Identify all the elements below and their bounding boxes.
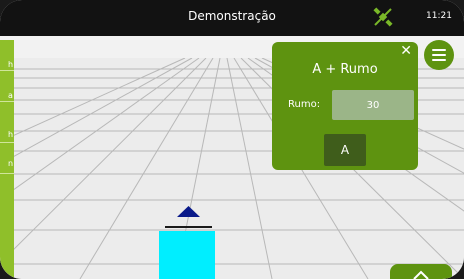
page-title: Demonstração xyxy=(188,9,276,23)
heading-label: Rumo: xyxy=(288,99,321,110)
side-panel-item-label: n xyxy=(8,159,14,168)
side-panel-item-label: h xyxy=(8,130,14,139)
dialog-title: A + Rumo xyxy=(312,62,378,77)
side-panel-item[interactable]: h xyxy=(0,102,14,143)
app-screen: h a h n ✕ A + Rumo Rumo: A xyxy=(0,0,464,279)
heading-input[interactable] xyxy=(332,90,414,120)
side-panel-item[interactable]: h xyxy=(0,40,14,71)
expand-panel-button[interactable] xyxy=(390,264,452,279)
close-icon[interactable]: ✕ xyxy=(400,43,412,59)
a-plus-heading-dialog: ✕ A + Rumo Rumo: A xyxy=(272,42,418,170)
menu-icon xyxy=(432,54,446,56)
satellite-off-icon[interactable] xyxy=(372,6,394,28)
status-bar: Demonstração 11:21 xyxy=(0,0,464,36)
side-panel-item[interactable]: a xyxy=(0,71,14,102)
side-panel-item[interactable]: n xyxy=(0,143,14,174)
direction-marker-icon xyxy=(177,206,200,217)
menu-button[interactable] xyxy=(424,40,454,70)
device-frame: h a h n ✕ A + Rumo Rumo: A xyxy=(0,0,464,279)
menu-icon xyxy=(432,49,446,51)
side-panel: h a h n xyxy=(0,40,14,279)
status-time: 11:21 xyxy=(426,11,452,21)
side-panel-item-label: h xyxy=(8,60,14,69)
set-point-a-button[interactable]: A xyxy=(324,134,366,166)
chevron-up-icon xyxy=(413,270,429,279)
implement-coverage xyxy=(159,231,215,279)
menu-icon xyxy=(432,59,446,61)
side-panel-item-label: a xyxy=(8,91,13,100)
